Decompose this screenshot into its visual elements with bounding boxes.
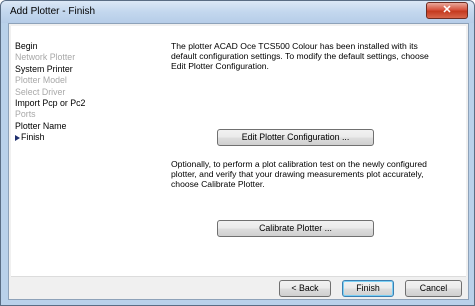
step-label: Import Pcp or Pc2 — [15, 97, 86, 108]
step-label: System Printer — [15, 63, 73, 74]
title-bar[interactable]: Add Plotter - Finish ✕ — [1, 1, 474, 23]
wizard-steps-list: Begin Network Plotter System Printer Plo… — [15, 41, 85, 144]
step-network-plotter: Network Plotter — [15, 52, 85, 63]
wizard-pane: Begin Network Plotter System Printer Plo… — [11, 26, 466, 276]
back-button[interactable]: < Back — [279, 280, 331, 297]
finish-button[interactable]: Finish — [342, 280, 394, 297]
step-label: Finish — [21, 132, 45, 143]
step-label: Select Driver — [15, 86, 66, 97]
step-import-pcp: Import Pcp or Pc2 — [15, 98, 85, 109]
step-finish: Finish — [15, 132, 85, 143]
cancel-button[interactable]: Cancel — [405, 280, 462, 297]
step-select-driver: Select Driver — [15, 87, 85, 98]
close-button[interactable]: ✕ — [426, 2, 468, 19]
dialog-title: Add Plotter - Finish — [10, 6, 96, 17]
calibrate-plotter-button[interactable]: Calibrate Plotter ... — [217, 220, 374, 237]
step-ports: Ports — [15, 109, 85, 120]
footer-divider — [11, 276, 466, 277]
step-label: Network Plotter — [15, 52, 76, 63]
installed-message: The plotter ACAD Oce TCS500 Colour has b… — [171, 41, 429, 71]
step-label: Ports — [15, 109, 36, 120]
calibrate-message: Optionally, to perform a plot calibratio… — [171, 159, 427, 189]
step-plotter-model: Plotter Model — [15, 75, 85, 86]
edit-plotter-configuration-button[interactable]: Edit Plotter Configuration ... — [217, 129, 374, 146]
step-begin: Begin — [15, 41, 85, 52]
step-system-printer: System Printer — [15, 64, 85, 75]
step-label: Plotter Name — [15, 120, 67, 131]
step-label: Plotter Model — [15, 75, 67, 86]
close-icon: ✕ — [442, 4, 452, 16]
step-label: Begin — [15, 41, 38, 51]
dialog-body: Begin Network Plotter System Printer Plo… — [8, 23, 469, 300]
step-plotter-name: Plotter Name — [15, 121, 85, 132]
current-step-arrow-icon — [15, 135, 20, 142]
add-plotter-dialog: Add Plotter - Finish ✕ Begin Network Plo… — [0, 0, 475, 306]
